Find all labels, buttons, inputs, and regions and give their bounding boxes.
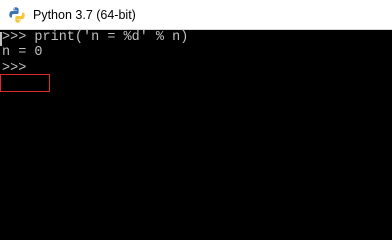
console-line-output: n = 0: [2, 45, 43, 60]
output-highlight-box: [0, 74, 50, 92]
console-line-prompt-command: >>> print('n = %d' % n): [2, 30, 189, 45]
console-output-area[interactable]: >>> print('n = %d' % n) n = 0 >>>: [0, 30, 392, 200]
python-console-window: Python 3.7 (64-bit) >>> print('n = %d' %…: [0, 0, 392, 200]
title-bar[interactable]: Python 3.7 (64-bit): [0, 0, 392, 30]
window-title: Python 3.7 (64-bit): [33, 8, 136, 22]
python-icon: [8, 6, 26, 24]
